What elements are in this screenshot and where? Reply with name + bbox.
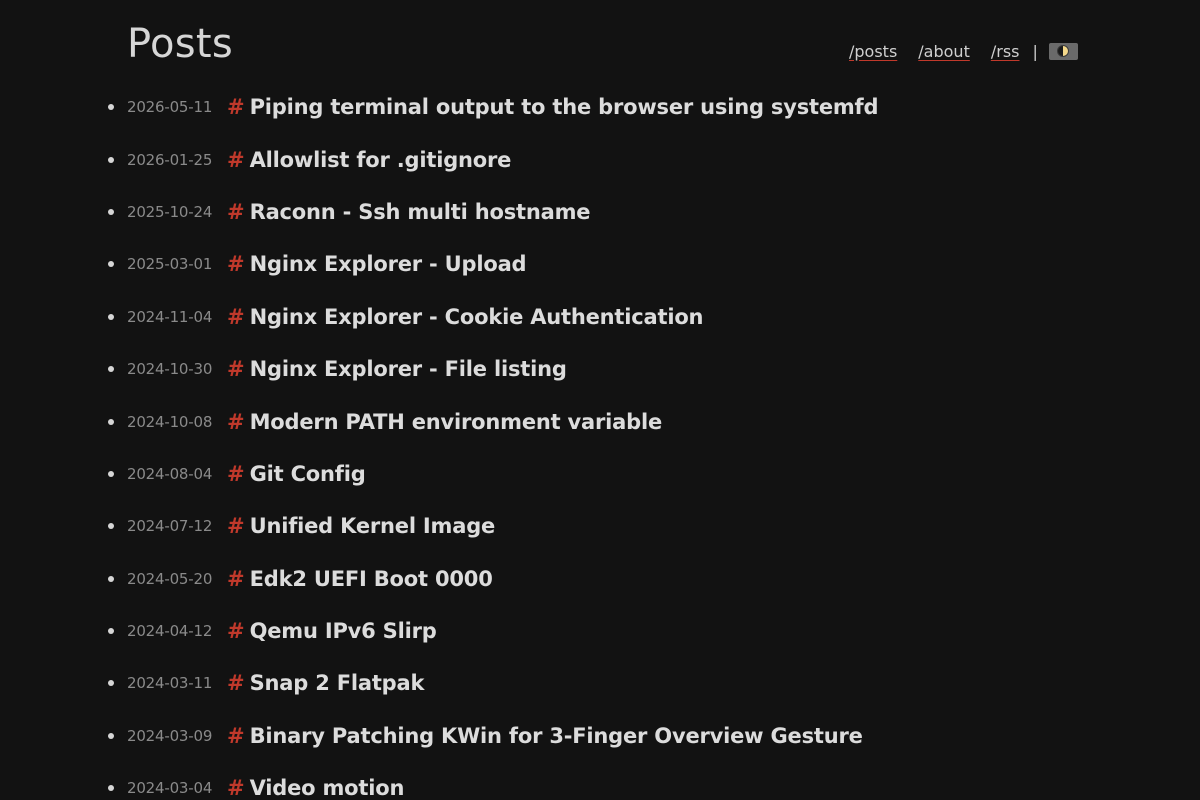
- post-date: 2024-03-04: [127, 779, 213, 798]
- bullet-icon: [108, 208, 114, 215]
- hash-anchor[interactable]: #: [227, 410, 245, 434]
- post-title-link[interactable]: Video motion: [250, 776, 405, 800]
- list-item: 2024-03-11 # Snap 2 Flatpak: [106, 657, 878, 709]
- bullet-icon: [108, 156, 114, 163]
- bullet-icon: [108, 785, 114, 792]
- post-title-link[interactable]: Nginx Explorer - Upload: [250, 252, 527, 276]
- post-title-link[interactable]: Snap 2 Flatpak: [250, 671, 425, 695]
- post-date: 2024-03-11: [127, 674, 213, 693]
- post-date: 2024-10-30: [127, 360, 213, 379]
- hash-anchor[interactable]: #: [227, 95, 245, 119]
- hash-anchor[interactable]: #: [227, 619, 245, 643]
- hash-anchor[interactable]: #: [227, 357, 245, 381]
- hash-anchor[interactable]: #: [227, 252, 245, 276]
- list-item: 2026-05-11 # Piping terminal output to t…: [106, 81, 879, 133]
- post-title-link[interactable]: Allowlist for .gitignore: [250, 148, 512, 172]
- top-nav: /posts /about /rss |: [849, 40, 1078, 62]
- list-item: 2025-03-01 # Nginx Explorer - Upload: [106, 238, 878, 290]
- bullet-icon: [108, 366, 114, 373]
- post-date: 2024-10-08: [127, 412, 213, 431]
- post-title-link[interactable]: Raconn - Ssh multi hostname: [250, 200, 591, 224]
- post-date: 2026-05-11: [127, 98, 213, 117]
- hash-anchor[interactable]: #: [227, 514, 245, 538]
- post-title-link[interactable]: Git Config: [250, 462, 366, 486]
- nav-link-about[interactable]: /about: [918, 42, 970, 61]
- bullet-icon: [108, 313, 114, 320]
- post-date: 2026-01-25: [127, 150, 213, 169]
- list-item: 2024-08-04 # Git Config: [106, 448, 878, 500]
- bullet-icon: [108, 680, 114, 687]
- post-title-link[interactable]: Unified Kernel Image: [250, 514, 496, 538]
- bullet-icon: [108, 470, 114, 477]
- post-title-link[interactable]: Nginx Explorer - Cookie Authentication: [250, 305, 704, 329]
- hash-anchor[interactable]: #: [227, 671, 245, 695]
- bullet-icon: [108, 261, 114, 268]
- list-item: 2024-07-12 # Unified Kernel Image: [106, 500, 878, 552]
- post-title-link[interactable]: Edk2 UEFI Boot 0000: [250, 567, 493, 591]
- post-date: 2024-05-20: [127, 569, 213, 588]
- list-item: 2024-03-04 # Video motion: [106, 762, 878, 800]
- bullet-icon: [108, 104, 114, 111]
- hash-anchor[interactable]: #: [227, 724, 245, 748]
- bullet-icon: [108, 418, 114, 425]
- bullet-icon: [108, 575, 114, 582]
- post-title-link[interactable]: Binary Patching KWin for 3-Finger Overvi…: [250, 724, 863, 748]
- post-date: 2025-10-24: [127, 202, 213, 221]
- list-item: 2026-01-25 # Allowlist for .gitignore: [106, 133, 878, 185]
- bullet-icon: [108, 732, 114, 739]
- post-title-link[interactable]: Qemu IPv6 Slirp: [250, 619, 437, 643]
- hash-anchor[interactable]: #: [227, 567, 245, 591]
- hash-anchor[interactable]: #: [227, 200, 245, 224]
- list-item: 2024-11-04 # Nginx Explorer - Cookie Aut…: [106, 291, 878, 343]
- post-list: 2026-05-11 # Piping terminal output to t…: [106, 81, 879, 800]
- post-date: 2024-07-12: [127, 517, 213, 536]
- post-title-link[interactable]: Piping terminal output to the browser us…: [250, 95, 879, 119]
- list-item: 2024-04-12 # Qemu IPv6 Slirp: [106, 605, 878, 657]
- nav-separator: |: [1032, 41, 1038, 61]
- post-date: 2024-08-04: [127, 464, 213, 483]
- half-moon-icon: [1057, 45, 1070, 57]
- post-date: 2024-11-04: [127, 307, 213, 326]
- page-title: Posts: [127, 21, 234, 67]
- hash-anchor[interactable]: #: [227, 776, 245, 800]
- post-title-link[interactable]: Modern PATH environment variable: [250, 410, 663, 434]
- hash-anchor[interactable]: #: [227, 148, 245, 172]
- list-item: 2024-03-09 # Binary Patching KWin for 3-…: [106, 710, 878, 762]
- bullet-icon: [108, 628, 114, 635]
- post-title-link[interactable]: Nginx Explorer - File listing: [250, 357, 567, 381]
- post-date: 2024-04-12: [127, 622, 213, 641]
- bullet-icon: [108, 523, 114, 530]
- list-item: 2025-10-24 # Raconn - Ssh multi hostname: [106, 186, 878, 238]
- nav-link-rss[interactable]: /rss: [991, 42, 1020, 61]
- hash-anchor[interactable]: #: [227, 305, 245, 329]
- hash-anchor[interactable]: #: [227, 462, 245, 486]
- list-item: 2024-05-20 # Edk2 UEFI Boot 0000: [106, 553, 878, 605]
- nav-link-posts[interactable]: /posts: [849, 42, 897, 61]
- list-item: 2024-10-08 # Modern PATH environment var…: [106, 395, 878, 447]
- post-date: 2024-03-09: [127, 726, 213, 745]
- list-item: 2024-10-30 # Nginx Explorer - File listi…: [106, 343, 878, 395]
- theme-toggle-button[interactable]: [1048, 42, 1078, 60]
- post-date: 2025-03-01: [127, 255, 213, 274]
